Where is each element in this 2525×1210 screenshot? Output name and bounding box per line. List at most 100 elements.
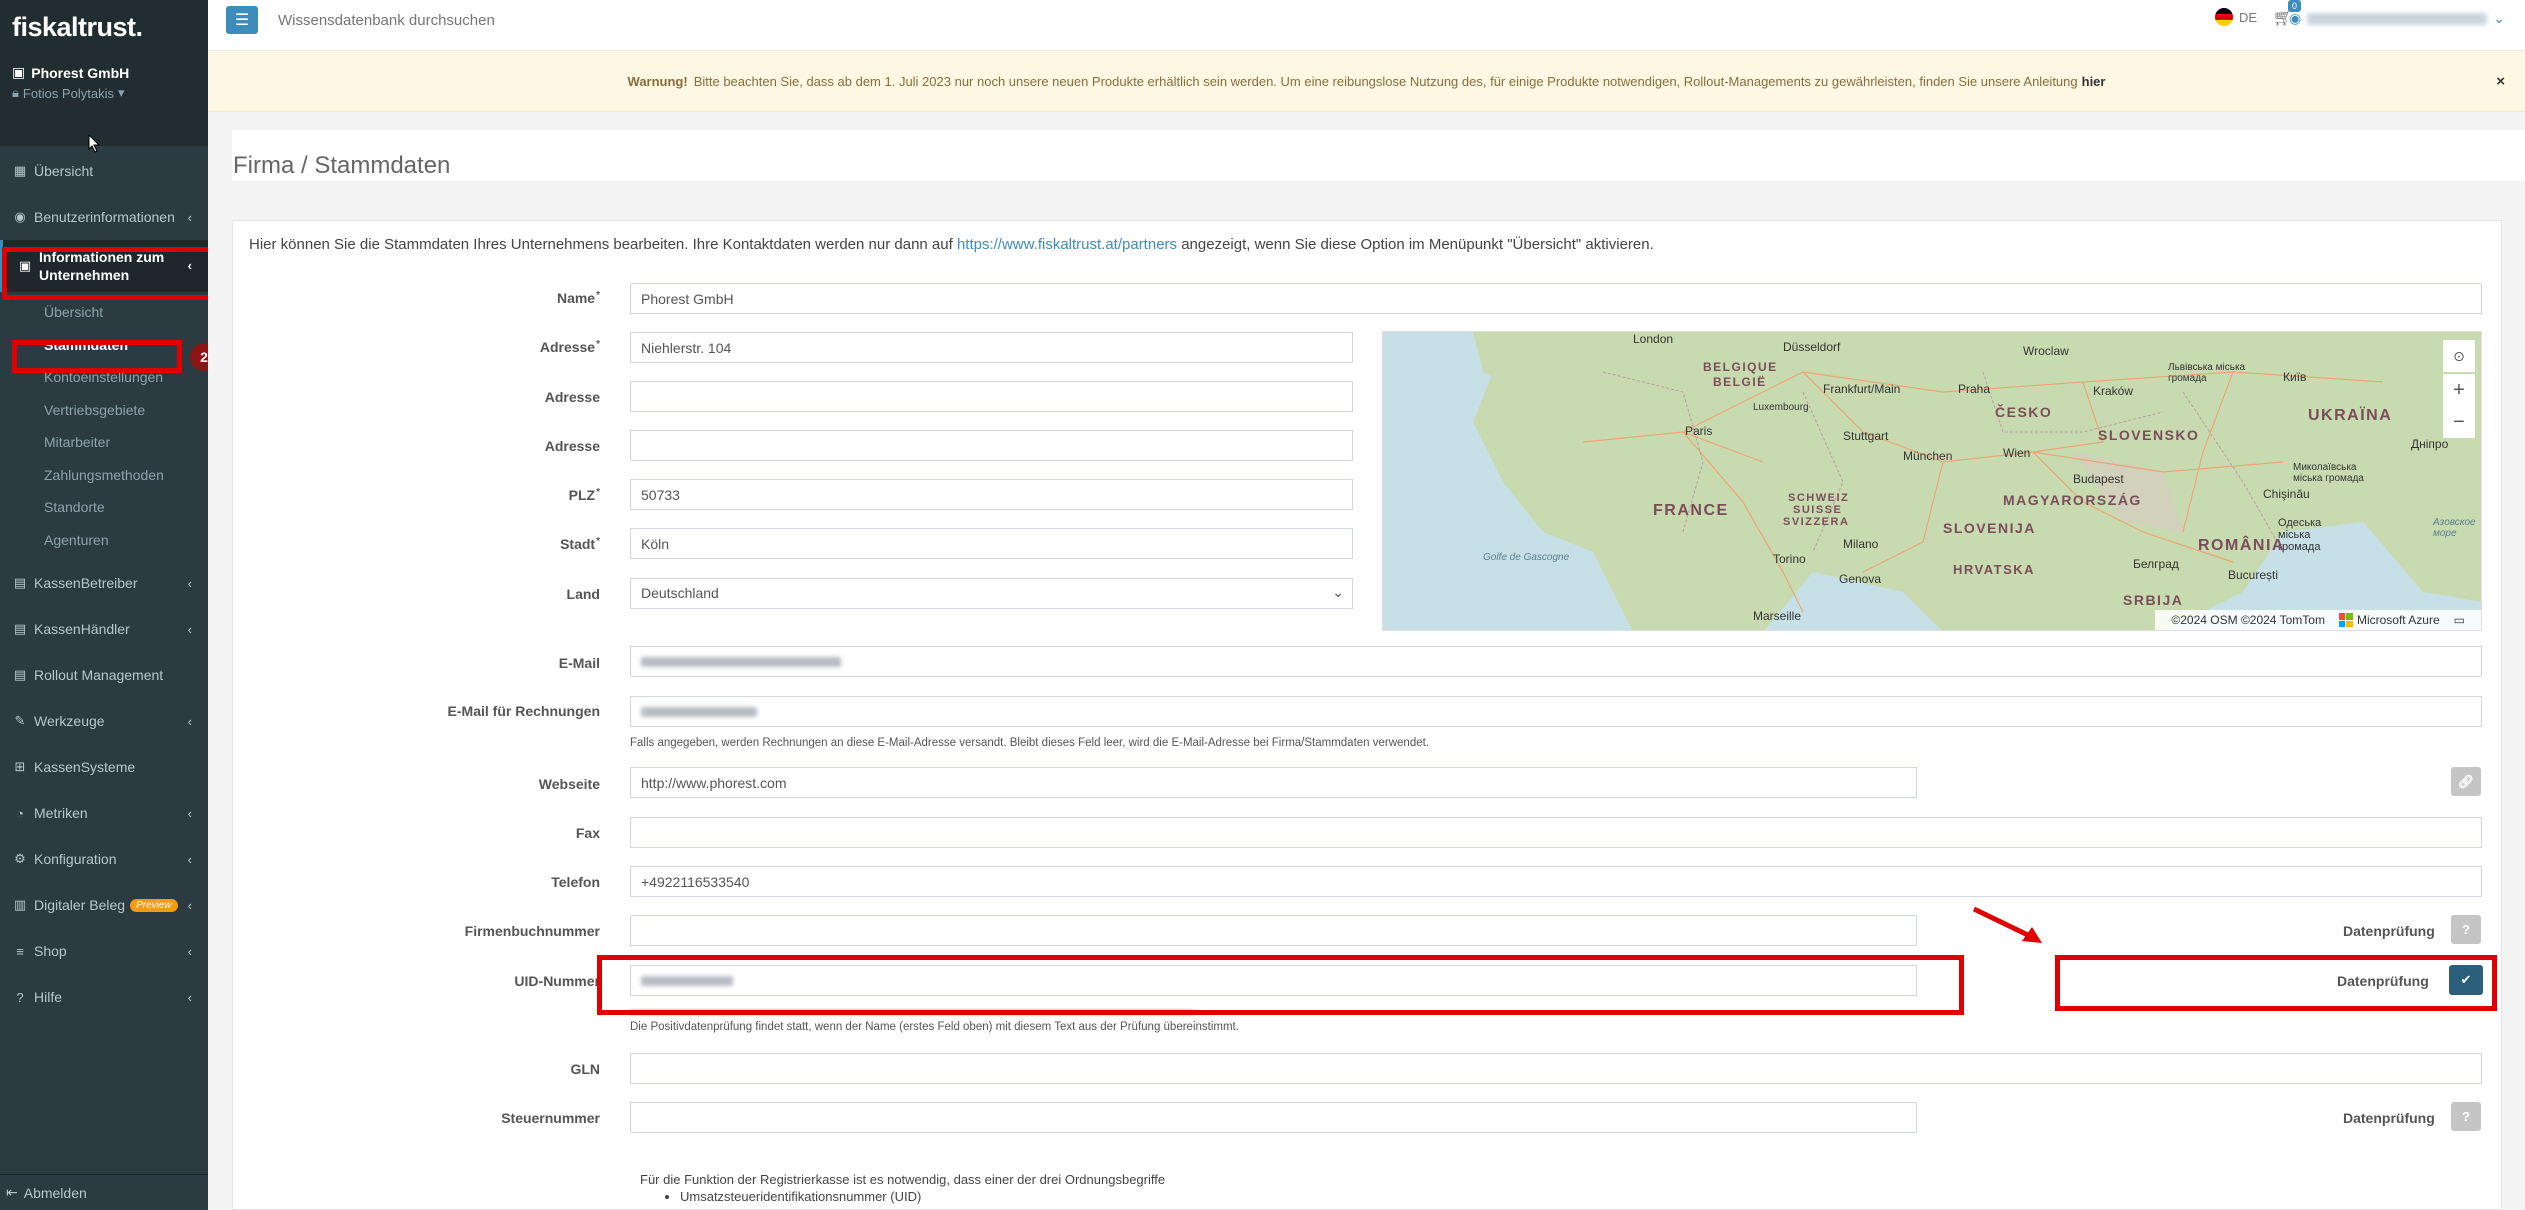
annotation-box-uid-input (597, 955, 1964, 1015)
caret-down-icon: ▾ (117, 85, 125, 100)
uid-label: UID-Nummer (514, 973, 600, 989)
app-logo[interactable]: fiskaltrust. (0, 0, 208, 56)
map-label-luxembourg: Luxembourg (1753, 402, 1809, 413)
submenu-vertriebsgebiete[interactable]: Vertriebsgebiete (0, 394, 208, 427)
sidebar-item-rollout-management[interactable]: ▤ Rollout Management (0, 652, 208, 698)
receipt-icon: ▥ (13, 897, 27, 912)
annotation-box-uid-check (2055, 955, 2497, 1011)
submenu-standorte[interactable]: Standorte (0, 491, 208, 524)
map-label-marseille: Marseille (1753, 609, 1802, 623)
annotation-box-stammdaten (12, 340, 182, 373)
map-country-ukraina: UKRAЇNA (2308, 407, 2393, 424)
submenu-agenturen[interactable]: Agenturen (0, 524, 208, 557)
close-icon[interactable]: × (2496, 73, 2505, 90)
sidebar-item-kassenbetreiber[interactable]: ▤ KassenBetreiber ‹ (0, 560, 208, 606)
map-zoom-in-button[interactable]: + (2443, 374, 2475, 406)
address3-label: Adresse (544, 438, 600, 454)
user-email-blurred (2307, 12, 2488, 25)
compass-icon: ⊙ (2453, 347, 2465, 364)
steuer-input[interactable] (630, 1102, 1917, 1133)
email-input[interactable] (630, 646, 2482, 677)
sidebar-item-uebersicht[interactable]: ▦ Übersicht (0, 148, 208, 194)
language-selector[interactable]: DE (2214, 8, 2257, 26)
invoice-email-input[interactable] (630, 696, 2482, 727)
page-title: Firma / Stammdaten (233, 152, 451, 179)
map-label-paris: Paris (1685, 424, 1713, 438)
knowledge-base-search-input[interactable] (278, 6, 538, 34)
chevron-left-icon: ‹ (187, 989, 192, 1005)
address2-input[interactable] (630, 381, 1353, 412)
sidebar-item-benutzerinformationen[interactable]: ◉ Benutzerinformationen ‹ (0, 194, 208, 240)
hamburger-icon: ☰ (234, 12, 250, 29)
sidebar-item-konfiguration[interactable]: ⚙ Konfiguration ‹ (0, 836, 208, 882)
map-country-belgie: BELGIË (1713, 375, 1767, 389)
user-circle-icon: ◉ (14, 209, 26, 224)
sidebar-item-kassenhaendler[interactable]: ▤ KassenHändler ‹ (0, 606, 208, 652)
city-input[interactable] (630, 528, 1353, 559)
chevron-down-icon: ⌄ (1332, 584, 1344, 600)
sidebar-item-metriken[interactable]: ◔ Metriken ‹ (0, 790, 208, 836)
phone-input[interactable] (630, 866, 2482, 897)
fax-label: Fax (575, 825, 600, 841)
map-label-duesseldorf: Düsseldorf (1783, 340, 1841, 354)
gln-input[interactable] (630, 1053, 2482, 1084)
sitemap-icon: ⊞ (14, 759, 26, 774)
plz-input[interactable] (630, 479, 1353, 510)
sidebar-item-hilfe[interactable]: ? Hilfe ‹ (0, 974, 208, 1020)
note-text: Für die Funktion der Registrierkasse ist… (640, 1172, 1165, 1204)
menu-toggle-button[interactable]: ☰ (226, 6, 258, 34)
user-menu[interactable]: ◉ ⌄ (2289, 10, 2505, 27)
name-label: Name* (556, 290, 600, 306)
map-country-srbija: SRBIJA (2123, 592, 2184, 608)
map-compass-button[interactable]: ⊙ (2443, 340, 2475, 372)
map-label-stuttgart: Stuttgart (1843, 429, 1889, 443)
wrench-icon: ✎ (14, 713, 26, 728)
website-input[interactable] (630, 767, 1917, 798)
topbar: ☰ DE 🛒︎0 ◉⌄ (208, 0, 2525, 51)
fax-input[interactable] (630, 817, 2482, 848)
submenu-uebersicht[interactable]: Übersicht (0, 296, 208, 329)
map-label-mykolaiv: Миколаївська міська громада (2293, 462, 2364, 484)
sidebar-item-digitaler-beleg[interactable]: ▥ Digitaler Beleg Preview ‹ (0, 882, 208, 928)
lock-icon: 🔒︎ (12, 85, 19, 100)
feedback-icon[interactable]: ▭ (2454, 613, 2465, 627)
map-country-romania: ROMÂNIA (2198, 537, 2285, 554)
sidebar-item-werkzeuge[interactable]: ✎ Werkzeuge ‹ (0, 698, 208, 744)
map-label-odesa: Одеська міська громада (2278, 517, 2322, 553)
gln-label: GLN (570, 1061, 600, 1077)
sidebar-item-shop[interactable]: ≡ Shop ‹ (0, 928, 208, 974)
firmenbuch-input[interactable] (630, 915, 1917, 946)
company-name: ▣ Phorest GmbH (12, 64, 130, 81)
open-website-button[interactable]: 🔗︎ (2451, 767, 2481, 796)
minus-icon: − (2453, 410, 2465, 433)
map-sea-azov: Азовское море (2433, 517, 2476, 539)
map-label-frankfurt: Frankfurt/Main (1823, 382, 1901, 396)
logout-button[interactable]: ⇤ Abmelden (0, 1174, 208, 1210)
sidebar-item-kassensysteme[interactable]: ⊞ KassenSysteme (0, 744, 208, 790)
partners-link[interactable]: https://www.fiskaltrust.at/partners (957, 236, 1177, 253)
chart-icon: ▦ (13, 163, 27, 178)
steuer-check-button[interactable]: ? (2451, 1102, 2481, 1131)
book-icon: ▤ (13, 575, 27, 590)
logout-icon: ⇤ (6, 1184, 18, 1200)
chevron-left-icon: ‹ (187, 713, 192, 729)
warning-title: Warnung! (627, 73, 688, 89)
address3-input[interactable] (630, 430, 1353, 461)
user-dropdown[interactable]: 🔒︎ Fotios Polytakis ▾ (12, 85, 196, 101)
submenu-zahlungsmethoden[interactable]: Zahlungsmethoden (0, 459, 208, 492)
address1-input[interactable] (630, 332, 1353, 363)
country-select[interactable]: Deutschland ⌄ (630, 578, 1353, 609)
warning-link[interactable]: hier (2082, 74, 2106, 89)
book-icon: ▤ (13, 621, 27, 636)
chevron-left-icon: ‹ (187, 209, 192, 225)
name-input[interactable] (630, 283, 2482, 314)
firmenbuch-check-button[interactable]: ? (2451, 915, 2481, 944)
book-icon: ▤ (13, 667, 27, 682)
submenu-mitarbeiter[interactable]: Mitarbeiter (0, 426, 208, 459)
map-label-beograd: Белград (2133, 557, 2179, 571)
location-map[interactable]: London Düsseldorf Wroclaw Frankfurt/Main… (1382, 331, 2482, 631)
phone-label: Telefon (551, 874, 600, 890)
map-country-slovenija: SLOVENIJA (1943, 520, 2036, 536)
map-zoom-out-button[interactable]: − (2443, 406, 2475, 438)
map-label-torino: Torino (1773, 552, 1806, 566)
